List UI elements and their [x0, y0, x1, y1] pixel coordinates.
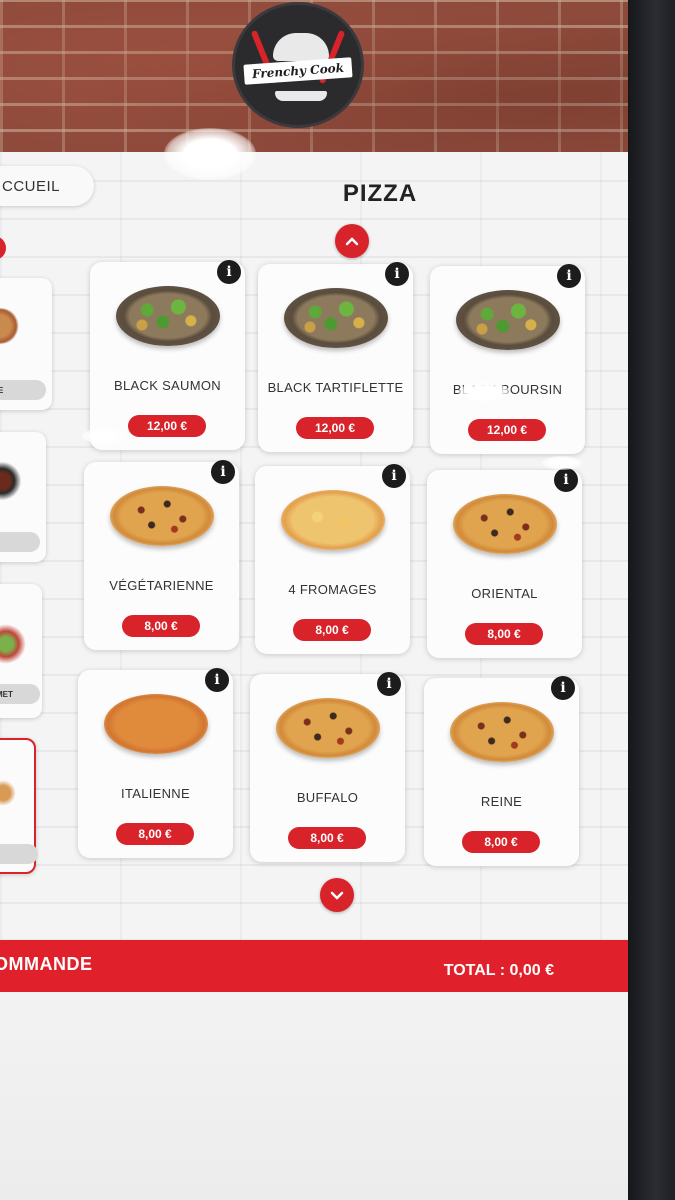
category-image — [0, 780, 16, 806]
price-badge: 8,00 € — [462, 831, 540, 853]
price-badge: 12,00 € — [468, 419, 546, 441]
order-total: TOTAL : 0,00 € — [443, 962, 554, 979]
price-badge: 8,00 € — [288, 827, 366, 849]
info-icon[interactable]: i — [551, 676, 575, 700]
product-name: 4 FROMAGES — [288, 582, 377, 597]
product-image — [450, 702, 554, 762]
price-badge: 8,00 € — [122, 615, 200, 637]
lower-panel — [0, 992, 630, 1200]
product-card[interactable]: i BLACK TARTIFLETTE 12,00 € — [258, 262, 413, 452]
product-name: BLACK SAUMON — [114, 378, 221, 393]
product-image — [110, 486, 214, 546]
product-name: ITALIENNE — [121, 786, 190, 801]
chevron-up-icon — [345, 237, 359, 246]
product-image — [281, 490, 385, 550]
screen-glare — [82, 428, 124, 444]
product-image — [276, 698, 380, 758]
price-badge: 8,00 € — [116, 823, 194, 845]
product-image — [104, 694, 208, 754]
brand-logo: Frenchy Cook — [232, 2, 364, 128]
info-icon[interactable]: i — [211, 460, 235, 484]
info-icon[interactable]: i — [557, 264, 581, 288]
product-name: ORIENTAL — [471, 586, 538, 601]
product-card[interactable]: i ITALIENNE 8,00 € — [78, 668, 233, 858]
screen-glare — [542, 456, 582, 470]
info-icon[interactable]: i — [205, 668, 229, 692]
product-name: BLACK TARTIFLETTE — [267, 380, 404, 395]
category-image — [0, 308, 20, 344]
brand-logo-text: Frenchy Cook — [243, 57, 353, 85]
price-badge: 8,00 € — [465, 623, 543, 645]
scroll-down-button[interactable] — [320, 878, 354, 912]
sidebar-item-label: MET — [0, 684, 40, 704]
price-badge: 12,00 € — [128, 415, 206, 437]
product-card[interactable]: i ORIENTAL 8,00 € — [427, 468, 582, 658]
sidebar-item-label — [0, 844, 38, 864]
product-card[interactable]: i VÉGÉTARIENNE 8,00 € — [84, 460, 239, 650]
kiosk-screen: Frenchy Cook CCUEIL PIZZA E MET i BLACK … — [0, 0, 630, 1200]
product-card[interactable]: i 4 FROMAGES 8,00 € — [255, 464, 410, 654]
page-title: PIZZA — [342, 180, 418, 207]
sidebar-item-2[interactable]: MET — [0, 584, 42, 718]
screen-glare — [164, 128, 256, 180]
category-image — [0, 462, 22, 500]
order-label: OMMANDE — [0, 954, 93, 974]
product-card[interactable]: i REINE 8,00 € — [424, 676, 579, 866]
product-image — [456, 290, 560, 350]
product-name: REINE — [480, 794, 523, 809]
product-card[interactable]: i BLACK SAUMON 12,00 € — [90, 260, 245, 450]
product-card[interactable]: i BUFFALO 8,00 € — [250, 672, 405, 862]
order-bar[interactable]: OMMANDE TOTAL : 0,00 € — [0, 940, 630, 992]
chevron-down-icon — [330, 891, 344, 900]
product-image — [284, 288, 388, 348]
scroll-up-button[interactable] — [335, 224, 369, 258]
info-icon[interactable]: i — [377, 672, 401, 696]
info-icon[interactable]: i — [217, 260, 241, 284]
info-icon[interactable]: i — [385, 262, 409, 286]
info-icon[interactable]: i — [554, 468, 578, 492]
product-card[interactable]: i BLACK BOURSIN 12,00 € — [430, 264, 585, 454]
category-image — [0, 624, 26, 664]
sidebar-item-label: E — [0, 380, 46, 400]
product-image — [116, 286, 220, 346]
screen-glare — [458, 382, 510, 402]
product-image — [453, 494, 557, 554]
sidebar-item-label — [0, 532, 40, 552]
sidebar-item-0[interactable]: E — [0, 278, 52, 410]
monitor-bezel — [628, 0, 675, 1200]
product-name: VÉGÉTARIENNE — [109, 578, 214, 593]
price-badge: 8,00 € — [293, 619, 371, 641]
price-badge: 12,00 € — [296, 417, 374, 439]
home-button[interactable]: CCUEIL — [0, 166, 94, 206]
sidebar-item-1[interactable] — [0, 432, 46, 562]
product-name: BUFFALO — [296, 790, 359, 805]
info-icon[interactable]: i — [382, 464, 406, 488]
sidebar-item-3[interactable] — [0, 738, 38, 874]
burger-icon — [273, 33, 329, 61]
